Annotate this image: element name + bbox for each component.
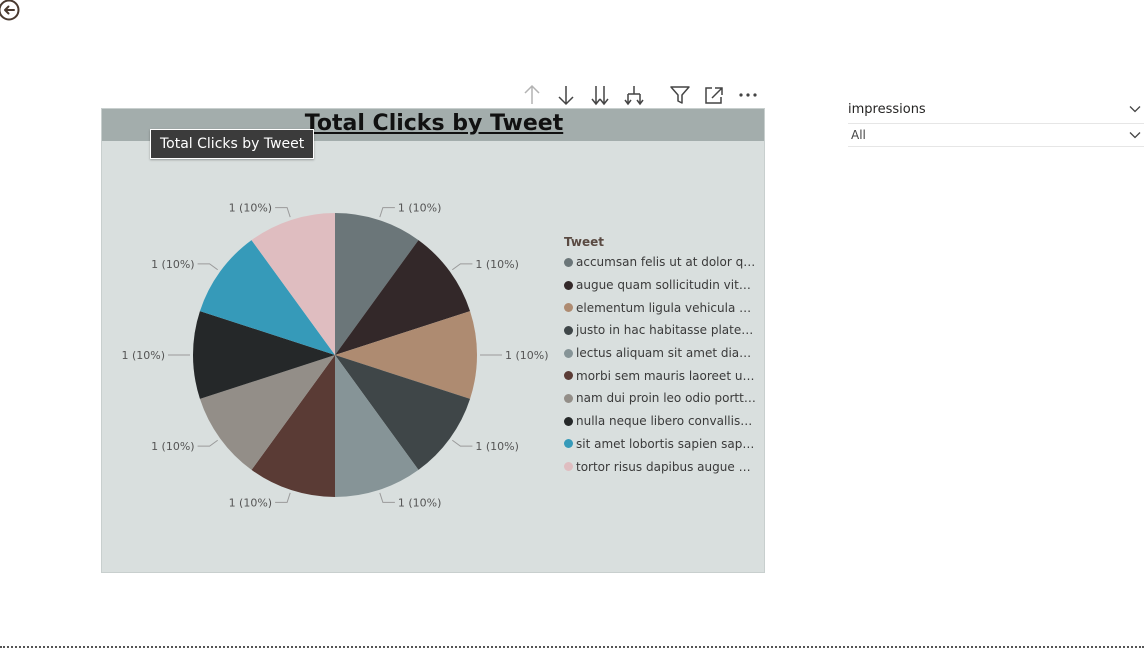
focus-mode-icon [705, 87, 723, 104]
legend-title: Tweet [564, 235, 604, 249]
legend-marker [564, 257, 573, 267]
pie-data-label: 1 (10%) [151, 440, 195, 453]
legend-item[interactable]: morbi sem mauris laoreet ut rh... [564, 364, 760, 387]
legend-item[interactable]: accumsan felis ut at dolor quis ... [564, 251, 760, 274]
data-label-leader [275, 492, 291, 503]
data-label-leader [197, 263, 218, 271]
legend-marker [564, 303, 573, 313]
data-label-leader [379, 207, 395, 218]
legend-label: elementum ligula vehicula con... [576, 300, 756, 315]
data-label-leader [452, 263, 473, 271]
legend-item[interactable]: tortor risus dapibus augue vel ... [564, 455, 760, 478]
legend-label: accumsan felis ut at dolor quis ... [576, 255, 756, 270]
pie-data-label: 1 (10%) [229, 496, 273, 509]
expand-all-button[interactable] [620, 82, 648, 108]
legend-marker [564, 462, 573, 472]
chevron-down-icon[interactable] [1128, 102, 1142, 116]
pie-data-label: 1 (10%) [151, 258, 195, 271]
legend-marker [564, 348, 573, 358]
pie-chart-visual[interactable]: Total Clicks by Tweet 1 (10%) 1 (10%) 1 (1… [101, 108, 765, 573]
chevron-down-icon [1129, 132, 1141, 139]
drill-up-button[interactable] [518, 82, 546, 108]
legend-item[interactable]: sit amet lobortis sapien sapien ... [564, 433, 760, 456]
legend-label: justo in hac habitasse platea di... [576, 323, 756, 338]
impressions-slicer: impressions All [848, 98, 1144, 147]
pie-data-label: 1 (10%) [475, 440, 519, 453]
legend-item[interactable]: augue quam sollicitudin vitae c... [564, 274, 760, 297]
filter-icon [670, 86, 690, 104]
legend-item[interactable]: lectus aliquam sit amet diam in... [564, 342, 760, 365]
legend-marker [564, 325, 573, 335]
legend-marker [564, 371, 573, 381]
legend-item[interactable]: nulla neque libero convallis eg... [564, 410, 760, 433]
filter-button[interactable] [666, 82, 694, 108]
legend-label: sit amet lobortis sapien sapien ... [576, 436, 756, 451]
pie-data-label: 1 (10%) [121, 349, 165, 362]
more-options-icon [739, 93, 757, 97]
legend-item[interactable]: elementum ligula vehicula con... [564, 296, 760, 319]
arrow-up-icon [524, 84, 540, 104]
legend-label: morbi sem mauris laoreet ut rh... [576, 368, 756, 383]
double-arrow-down-icon [591, 86, 609, 106]
slicer-header: impressions [848, 98, 1144, 120]
slicer-title: impressions [848, 102, 926, 117]
expand-next-level-button[interactable] [586, 82, 614, 108]
legend-item[interactable]: nam dui proin leo odio porttito... [564, 387, 760, 410]
pie-data-label: 1 (10%) [229, 202, 273, 215]
back-button[interactable] [0, 0, 22, 22]
pie-data-label: 1 (10%) [398, 202, 442, 215]
back-arrow-circle-icon [0, 0, 20, 21]
pie-data-label: 1 (10%) [505, 349, 549, 362]
drill-down-button[interactable] [552, 82, 580, 108]
page-divider [0, 646, 1144, 648]
legend-label: augue quam sollicitudin vitae c... [576, 278, 756, 293]
pie-data-label: 1 (10%) [475, 258, 519, 271]
data-label-leader [452, 439, 473, 447]
legend-label: nam dui proin leo odio porttito... [576, 391, 756, 406]
legend-label: lectus aliquam sit amet diam in... [576, 346, 756, 361]
focus-mode-button[interactable] [700, 82, 728, 108]
chart-legend: Tweet accumsan felis ut at dolor quis ..… [564, 233, 760, 478]
data-label-leader [275, 207, 291, 218]
slicer-dropdown[interactable]: All [848, 123, 1144, 147]
data-label-leader [379, 492, 395, 503]
arrow-down-icon [558, 86, 574, 106]
legend-marker [564, 280, 573, 290]
legend-marker [564, 393, 573, 403]
data-label-leader [197, 439, 218, 447]
fork-down-icon [624, 86, 644, 106]
more-options-button[interactable] [734, 82, 762, 108]
slicer-selected-value: All [851, 128, 866, 142]
pie-data-label: 1 (10%) [398, 496, 442, 509]
legend-label: tortor risus dapibus augue vel ... [576, 459, 756, 474]
legend-label: nulla neque libero convallis eg... [576, 414, 756, 429]
visual-tooltip: Total Clicks by Tweet [150, 129, 315, 159]
legend-item[interactable]: justo in hac habitasse platea di... [564, 319, 760, 342]
legend-marker [564, 439, 573, 449]
legend-marker [564, 416, 573, 426]
